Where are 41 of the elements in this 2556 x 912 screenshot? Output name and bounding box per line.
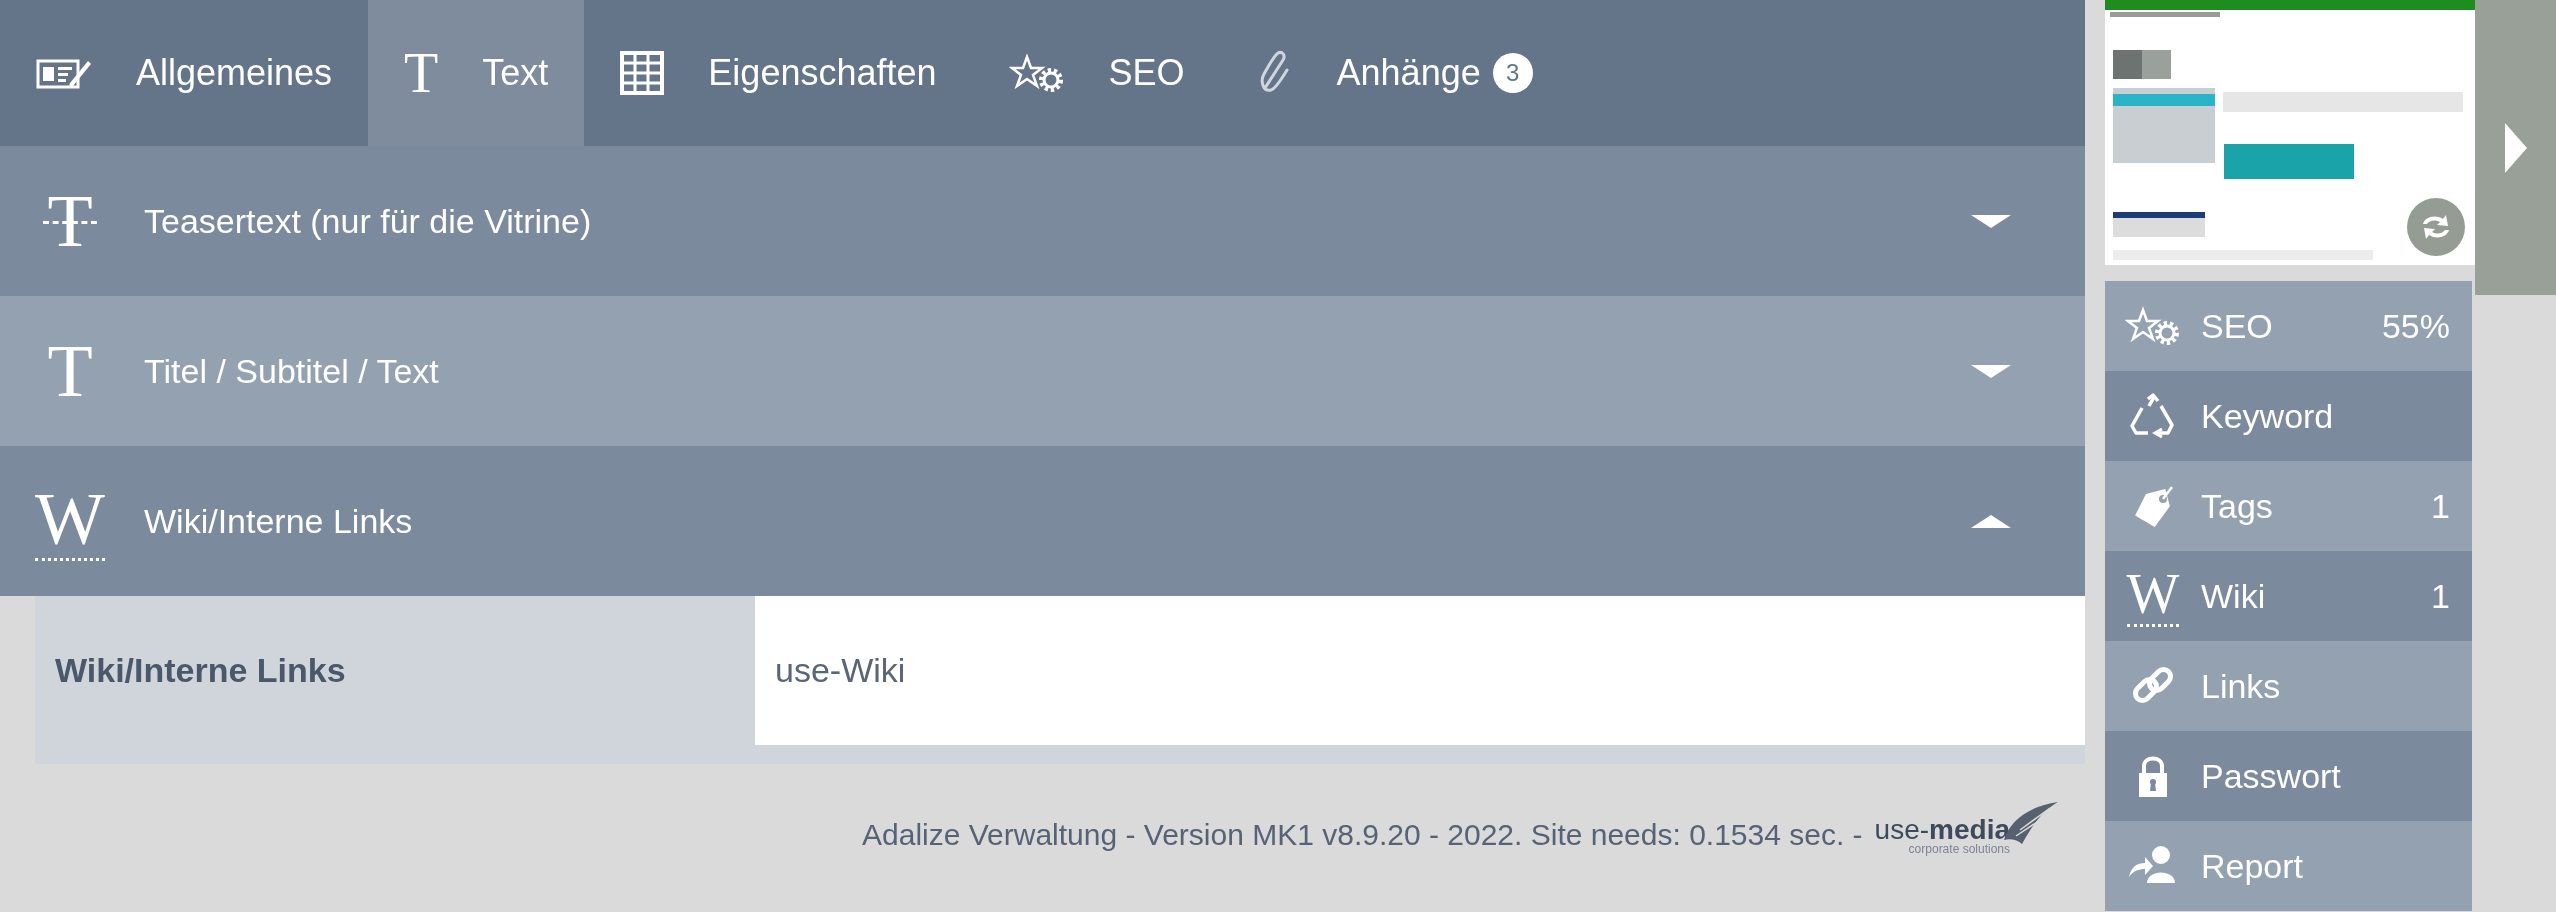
section-title: Titel / Subtitel / Text — [144, 351, 440, 391]
accordion-header[interactable]: T Titel / Subtitel / Text — [0, 296, 2085, 446]
tab[interactable]: SEO — [972, 0, 1221, 146]
next-button[interactable] — [2475, 0, 2556, 295]
item-count: 1 — [2431, 486, 2450, 526]
item-count: 55% — [2381, 306, 2450, 346]
tab[interactable]: T Text — [368, 0, 585, 146]
sidebar-item[interactable]: SEO 55% — [2105, 281, 2472, 371]
next-icon — [2504, 122, 2527, 173]
item-count: 1 — [2431, 576, 2450, 616]
item-label: Keyword — [2201, 396, 2335, 436]
footer-text: Adalize Verwaltung - Version MK1 v8.9.20 - 2022. Site needs: 0.1534 sec. - — [862, 818, 1863, 852]
accordion-header[interactable]: T Teasertext (nur für die Vitrine) — [0, 146, 2085, 296]
brand-name: use-media — [1874, 814, 2010, 845]
table-icon — [620, 51, 665, 95]
item-label: Report — [2201, 846, 2305, 886]
section-title: Wiki/Interne Links — [144, 501, 414, 541]
accordion-header[interactable]: W Wiki/Interne Links — [0, 446, 2085, 596]
sidebar-item[interactable]: Keyword — [2105, 371, 2472, 461]
sidebar-item[interactable]: Links — [2105, 641, 2472, 731]
item-label: SEO — [2201, 306, 2274, 346]
item-label: Links — [2201, 666, 2282, 706]
item-label: Tags — [2201, 486, 2274, 526]
star-gear-icon — [2125, 306, 2181, 346]
input-field[interactable]: use-Wiki — [755, 596, 2085, 745]
field-label: Wiki/Interne Links — [54, 650, 347, 691]
count-badge: 3 — [1492, 53, 1533, 93]
tab[interactable]: Anhänge 3 — [1220, 0, 1569, 146]
section-title: Teasertext (nur für die Vitrine) — [144, 201, 593, 241]
sidebar-item[interactable]: Report — [2105, 821, 2472, 911]
sidebar-item[interactable]: W Wiki 1 — [2105, 551, 2472, 641]
tab[interactable]: Allgemeines — [0, 0, 369, 146]
serif-letter-icon: T — [404, 45, 439, 101]
brand-tagline: corporate solutions — [1908, 842, 2010, 856]
sidebar-item[interactable]: Passwort — [2105, 731, 2472, 821]
star-gear-icon — [1008, 53, 1065, 93]
item-label: Passwort — [2201, 756, 2342, 796]
sidebar-item[interactable]: Tags 1 — [2105, 461, 2472, 551]
serif-letter-icon: T — [47, 334, 93, 408]
item-label: Wiki — [2201, 576, 2267, 616]
tab[interactable]: Eigenschaften — [584, 0, 973, 146]
